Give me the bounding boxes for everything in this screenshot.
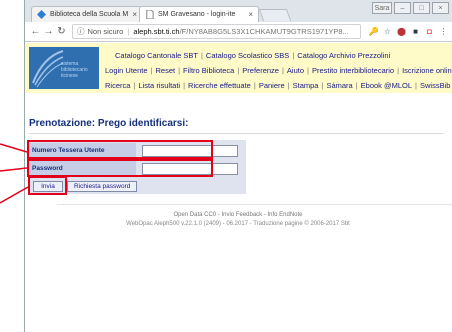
menu-link[interactable]: Preferenze: [242, 66, 279, 75]
menu-link[interactable]: Sàmara: [326, 81, 352, 90]
menu-link[interactable]: Paniere: [259, 81, 285, 90]
info-icon[interactable]: ⓘ: [77, 26, 85, 37]
close-window-button[interactable]: ×: [432, 2, 449, 14]
catalog-menu: Catalogo Cantonale SBT | Catalogo Scolasti…: [115, 51, 391, 60]
page-favicon-icon: [146, 10, 154, 19]
extension-icon[interactable]: ■: [410, 26, 421, 37]
profile-button[interactable]: Sara: [372, 2, 392, 14]
divider: [29, 133, 443, 134]
key-icon[interactable]: 🔑: [368, 26, 379, 37]
tab-close-icon[interactable]: ×: [244, 10, 253, 19]
minimize-button[interactable]: –: [394, 2, 411, 14]
url-path: /F/NY8AB8G5LS3X1CHKAMUT9GTRS1971YP8...: [179, 27, 349, 36]
annotation-arrows: [0, 143, 29, 204]
maximize-button[interactable]: □: [413, 2, 430, 14]
search-menu: Ricerca | Lista risultati | Ricerche effettu…: [105, 81, 451, 90]
footer-links[interactable]: Open Data CC0 - Invio Feedback - Info En…: [24, 212, 452, 218]
request-password-button[interactable]: Richiesta password: [67, 181, 138, 192]
menu-link[interactable]: Ebook @MLOL: [361, 81, 412, 90]
arrow-line: [0, 167, 28, 172]
logo-text: ticinese: [61, 73, 78, 79]
menu-link[interactable]: Reset: [156, 66, 176, 75]
menu-link[interactable]: Lista risultati: [138, 81, 180, 90]
menu-link[interactable]: Catalogo Scolastico SBS: [206, 51, 289, 60]
user-menu: Login Utente | Reset | Filtro Biblioteca | Pre…: [105, 66, 452, 75]
new-tab-button[interactable]: [258, 9, 292, 21]
tab-label: SM Gravesano - login-ite: [158, 11, 236, 18]
menu-link[interactable]: Stampa: [293, 81, 319, 90]
footer-divider: [57, 204, 452, 205]
tab-close-icon[interactable]: ×: [128, 10, 137, 19]
footer-credits: WebOpac Aleph500 v.22.1.0 (2409) - 06.20…: [126, 221, 350, 227]
extension-icon[interactable]: ⬤: [396, 26, 407, 37]
star-icon[interactable]: ☆: [382, 26, 393, 37]
tab-login[interactable]: SM Gravesano - login-ite ×: [139, 6, 259, 22]
menu-link[interactable]: Catalogo Archivio Prezzolini: [297, 51, 390, 60]
menu-link[interactable]: Login Utente: [105, 66, 148, 75]
url-field[interactable]: ⓘ Non sicuro | aleph.sbt.ti.ch /F/NY8AB8…: [72, 24, 361, 39]
menu-link[interactable]: SwissBib: [420, 81, 450, 90]
address-bar: ← → ↻ ⓘ Non sicuro | aleph.sbt.ti.ch /F/…: [25, 22, 452, 42]
menu-link[interactable]: Prestito interbibliotecario: [312, 66, 394, 75]
menu-link[interactable]: Filtro Biblioteca: [183, 66, 234, 75]
menu-link[interactable]: Iscrizione online: [402, 66, 452, 75]
menu-link[interactable]: Ricerca: [105, 81, 130, 90]
pocket-icon[interactable]: ◘: [424, 26, 435, 37]
tab-label: Biblioteca della Scuola M: [50, 11, 129, 18]
menu-link[interactable]: Aiuto: [287, 66, 304, 75]
security-label: Non sicuro: [87, 27, 124, 36]
url-host: aleph.sbt.ti.ch: [133, 27, 180, 36]
arrow-line: [0, 186, 29, 204]
tab-strip: Biblioteca della Scuola M × SM Gravesano…: [25, 0, 452, 22]
menu-link[interactable]: Ricerche effettuate: [188, 81, 251, 90]
site-header: sistema bibliotecario ticinese Catalogo …: [25, 43, 452, 93]
window-controls: Sara – □ ×: [372, 2, 449, 14]
menu-icon[interactable]: ⋮: [438, 26, 449, 37]
menu-link[interactable]: Catalogo Cantonale SBT: [115, 51, 198, 60]
arrow-line: [0, 143, 28, 153]
url-separator: |: [127, 27, 130, 36]
